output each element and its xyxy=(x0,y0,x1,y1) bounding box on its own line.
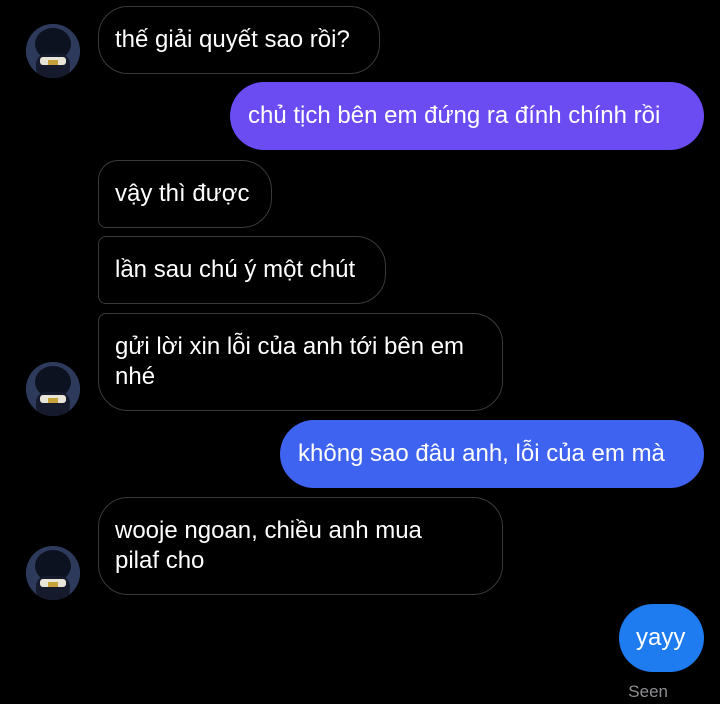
user-avatar-icon xyxy=(26,362,80,416)
message-bubble-outgoing[interactable]: yayy xyxy=(619,604,704,672)
message-bubble-incoming[interactable]: vậy thì được xyxy=(98,160,272,228)
user-avatar-icon xyxy=(26,24,80,78)
seen-status: Seen xyxy=(628,682,668,701)
message-bubble-incoming[interactable]: lần sau chú ý một chút xyxy=(98,236,386,304)
message-bubble-outgoing[interactable]: chủ tịch bên em đứng ra đính chính rồi xyxy=(230,82,704,150)
chat-screen: thế giải quyết sao rồi? chủ tịch bên em … xyxy=(0,0,720,704)
message-bubble-incoming[interactable]: gửi lời xin lỗi của anh tới bên em nhé xyxy=(98,313,503,411)
user-avatar-icon xyxy=(26,546,80,600)
avatar[interactable] xyxy=(26,362,80,416)
message-bubble-outgoing[interactable]: không sao đâu anh, lỗi của em mà xyxy=(280,420,704,488)
avatar[interactable] xyxy=(26,546,80,600)
message-bubble-incoming[interactable]: thế giải quyết sao rồi? xyxy=(98,6,380,74)
avatar[interactable] xyxy=(26,24,80,78)
message-bubble-incoming[interactable]: wooje ngoan, chiều anh mua pilaf cho xyxy=(98,497,503,595)
